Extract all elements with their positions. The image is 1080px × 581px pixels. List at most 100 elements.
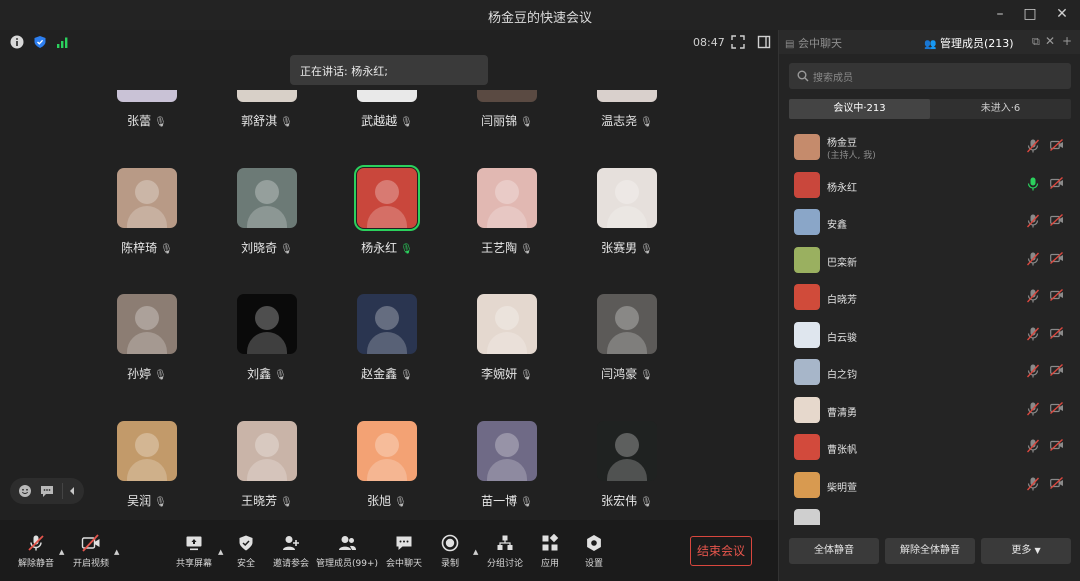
shield-icon[interactable] [33, 35, 49, 51]
member-search[interactable]: 搜索成员 [789, 63, 1071, 89]
video-tile-partial[interactable] [357, 90, 417, 102]
member-row[interactable]: 杨永红 [779, 168, 1080, 206]
member-row[interactable]: 安鑫 [779, 205, 1080, 243]
unmute-all-button[interactable]: 解除全体静音 [885, 538, 975, 564]
expand-icon[interactable]: + [1062, 34, 1072, 48]
video-tile-partial[interactable] [477, 90, 537, 102]
mic-muted-icon[interactable] [1026, 364, 1043, 380]
participant-name: 苗一博 🎙 [447, 492, 567, 509]
member-row[interactable]: 柴明萱 [779, 468, 1080, 506]
fullscreen-icon[interactable] [731, 35, 747, 51]
minimize-button[interactable]: – [992, 6, 1008, 22]
avatar [615, 306, 639, 330]
video-tile[interactable] [597, 294, 657, 354]
video-options-caret[interactable]: ▲ [114, 548, 119, 556]
layout-toggle-icon[interactable] [757, 35, 773, 51]
close-panel-icon[interactable]: ✕ [1045, 34, 1055, 48]
participant-name: 刘鑫 🎙 [207, 365, 327, 382]
mute-all-button[interactable]: 全体静音 [789, 538, 879, 564]
camera-off-icon[interactable] [1050, 176, 1066, 193]
info-icon[interactable] [10, 35, 26, 51]
mic-muted-icon[interactable] [1026, 252, 1043, 268]
settings-label: 设置 [584, 559, 603, 569]
emoji-icon[interactable] [18, 484, 32, 498]
start-video-button[interactable]: 开启视频 [61, 534, 121, 569]
popout-icon[interactable]: ⧉ [1032, 35, 1040, 49]
mic-muted-icon[interactable] [1026, 214, 1043, 230]
video-tile-partial[interactable] [597, 90, 657, 102]
video-tile[interactable] [117, 168, 177, 228]
tab-meeting-chat[interactable]: ▤ 会中聊天 [785, 35, 842, 51]
signal-icon[interactable] [56, 35, 72, 51]
video-tile[interactable] [357, 421, 417, 481]
video-tile[interactable] [357, 294, 417, 354]
tab-in-meeting[interactable]: 会议中·213 [789, 99, 930, 119]
video-tile-partial[interactable] [117, 90, 177, 102]
video-tile[interactable] [354, 165, 420, 231]
member-row[interactable]: 白之钧 [779, 355, 1080, 393]
share-screen-icon [186, 536, 202, 551]
close-window-button[interactable]: ✕ [1054, 6, 1070, 22]
video-tile[interactable] [597, 168, 657, 228]
settings-button[interactable]: 设置 [564, 534, 624, 569]
avatar [255, 433, 279, 457]
collapse-arrow-icon[interactable] [68, 486, 76, 496]
chat-icon [396, 536, 412, 550]
invite-button[interactable]: 邀请参会 [261, 534, 321, 569]
video-tile[interactable] [117, 294, 177, 354]
mic-muted-icon[interactable] [1026, 139, 1043, 155]
tab-not-joined[interactable]: 未进入·6 [930, 99, 1071, 119]
camera-off-icon[interactable] [1050, 401, 1066, 418]
mic-muted-icon[interactable] [1026, 477, 1043, 493]
participant-name-text: 刘鑫 [247, 367, 272, 381]
camera-off-icon[interactable] [1050, 213, 1066, 230]
camera-off-icon[interactable] [1050, 326, 1066, 343]
mic-muted-icon[interactable] [1026, 327, 1043, 343]
tab-manage-members[interactable]: 👥 管理成员(213) [924, 35, 1014, 51]
avatar [794, 246, 820, 273]
camera-off-icon[interactable] [1050, 138, 1066, 155]
security-shield-icon [239, 535, 253, 551]
member-row-partial[interactable] [779, 505, 1080, 525]
member-row[interactable]: 巴栾新 [779, 243, 1080, 281]
camera-off-icon[interactable] [1050, 476, 1066, 493]
mic-muted-icon[interactable] [1026, 289, 1043, 305]
manage-members-button[interactable]: 管理成员(99+) [316, 534, 378, 569]
video-tile[interactable] [237, 294, 297, 354]
member-row[interactable]: 白云骏 [779, 318, 1080, 356]
video-tile[interactable] [597, 421, 657, 481]
record-button[interactable]: 录制 [420, 534, 480, 569]
end-meeting-button[interactable]: 结束会议 [690, 536, 752, 566]
maximize-button[interactable]: □ [1022, 6, 1038, 22]
mic-muted-icon: 🎙 [154, 497, 167, 508]
participant-name-text: 温志尧 [601, 114, 638, 128]
camera-off-icon[interactable] [1050, 363, 1066, 380]
speaking-label: 正在讲话: 杨永红; [300, 65, 388, 78]
video-tile[interactable] [477, 421, 537, 481]
unmute-button[interactable]: 解除静音 [6, 534, 66, 569]
member-filter-tabs: 会议中·213 未进入·6 [789, 99, 1071, 119]
video-tile[interactable] [477, 294, 537, 354]
member-name: 杨永红 [827, 182, 857, 194]
camera-off-icon[interactable] [1050, 438, 1066, 455]
video-tile[interactable] [237, 168, 297, 228]
video-tile-partial[interactable] [237, 90, 297, 102]
video-tile[interactable] [237, 421, 297, 481]
share-screen-button[interactable]: 共享屏幕 [164, 534, 224, 569]
camera-off-icon[interactable] [1050, 288, 1066, 305]
video-tile[interactable] [477, 168, 537, 228]
mic-on-icon[interactable] [1027, 177, 1043, 193]
video-tile[interactable] [117, 421, 177, 481]
mic-muted-icon[interactable] [1026, 439, 1043, 455]
camera-off-icon[interactable] [1050, 251, 1066, 268]
member-row[interactable]: 曹张帆 [779, 430, 1080, 468]
member-row[interactable]: 白晓芳 [779, 280, 1080, 318]
member-row[interactable]: 杨金豆 (主持人, 我) [779, 130, 1080, 168]
avatar [375, 433, 399, 457]
search-icon [797, 70, 809, 82]
mic-muted-icon[interactable] [1026, 402, 1043, 418]
mic-muted-icon: 🎙 [154, 117, 167, 128]
member-row[interactable]: 曹清勇 [779, 393, 1080, 431]
more-button[interactable]: 更多 ▼ [981, 538, 1071, 564]
message-icon[interactable] [40, 484, 54, 498]
